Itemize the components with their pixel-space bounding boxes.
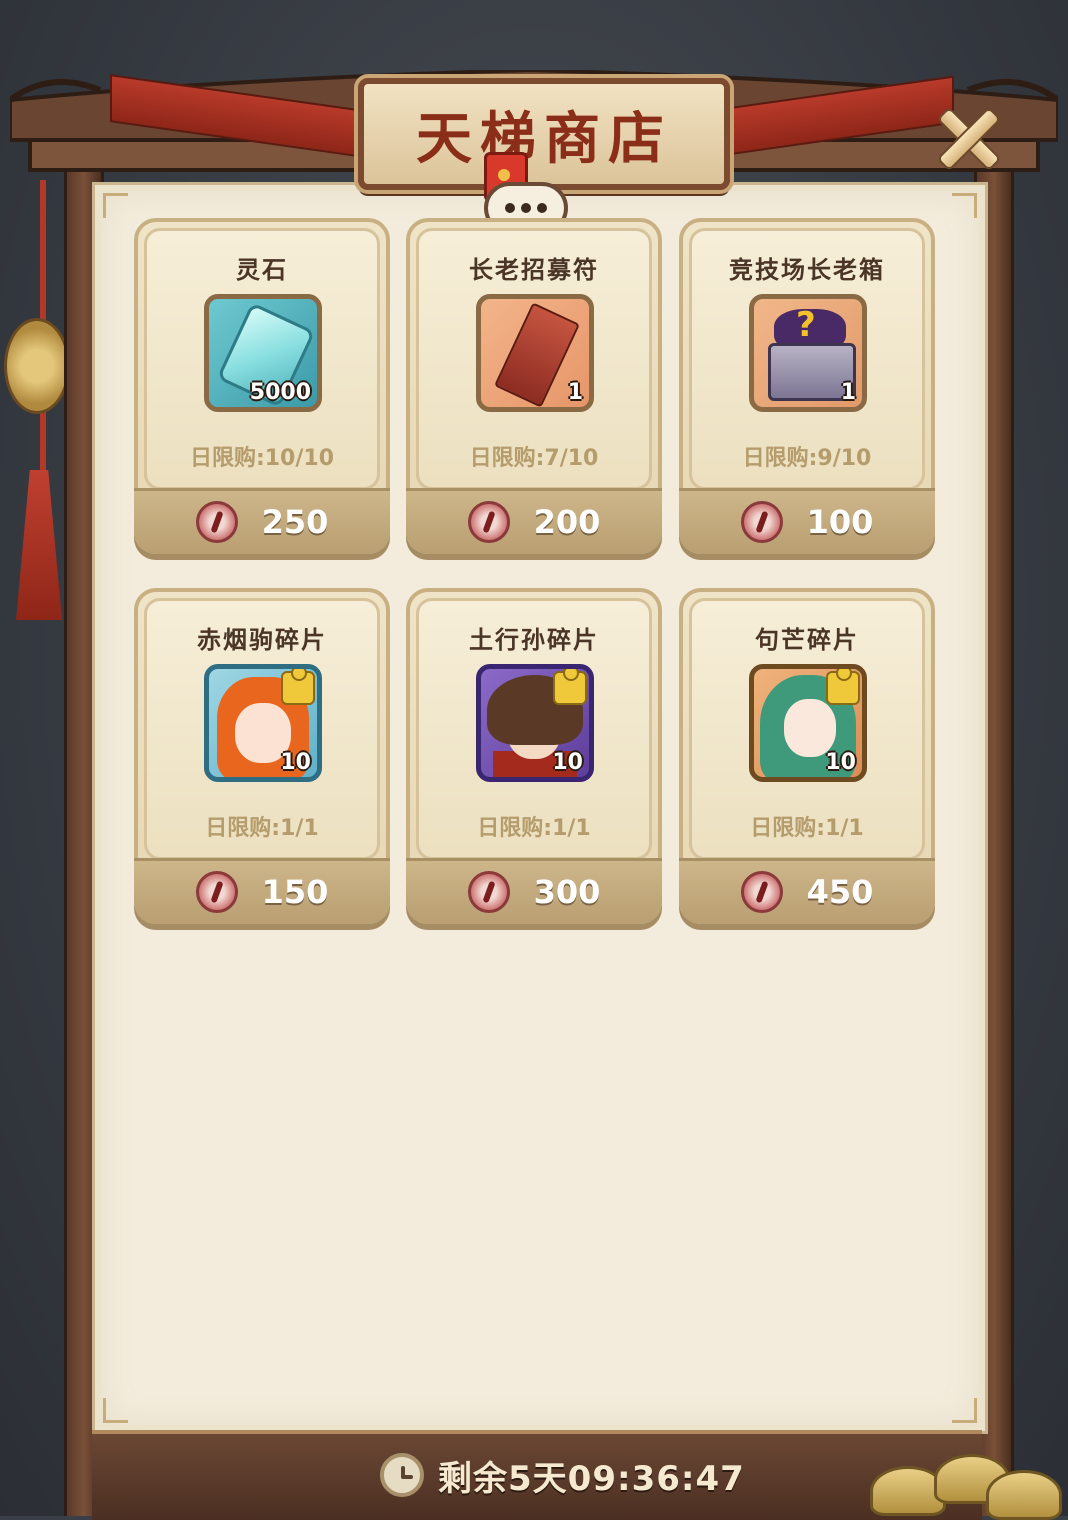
- ingot-shape: [986, 1470, 1062, 1520]
- timer-text: 剩余5天09:36:47: [438, 1458, 745, 1499]
- item-price: 450: [806, 873, 874, 911]
- arena-token-icon: [195, 501, 238, 543]
- daily-limit: 日限购:1/1: [205, 816, 319, 841]
- item-price: 300: [533, 873, 601, 911]
- item-quantity: 5000: [249, 380, 311, 405]
- shop-item-card[interactable]: 长老招募符 1 日限购:7/10 200: [406, 218, 662, 554]
- question-mark-icon: ?: [796, 305, 816, 345]
- price-row: 450: [679, 870, 935, 914]
- hero-portrait-icon: 10: [749, 664, 867, 782]
- item-name: 句芒碎片: [755, 626, 859, 654]
- item-price: 250: [261, 503, 329, 541]
- daily-limit: 日限购:7/10: [469, 446, 599, 471]
- item-name: 赤烟驹碎片: [197, 626, 327, 654]
- puzzle-piece-icon: [281, 669, 315, 705]
- item-price: 100: [806, 503, 874, 541]
- daily-limit: 日限购:1/1: [750, 816, 864, 841]
- chat-dot-icon: [505, 203, 515, 213]
- item-quantity: 10: [825, 750, 856, 775]
- panel-corner: [952, 1398, 977, 1423]
- hero-portrait-icon: 10: [476, 664, 594, 782]
- price-row: 200: [406, 500, 662, 544]
- elder-talisman-icon: 1: [476, 294, 594, 412]
- daily-limit: 日限购:10/10: [189, 446, 335, 471]
- gold-ingot-icon: [870, 1450, 1062, 1520]
- shop-item-card[interactable]: 句芒碎片 10 日限购:1/1 450: [679, 588, 935, 924]
- puzzle-piece-icon: [553, 669, 587, 705]
- chat-dot-icon: [521, 203, 531, 213]
- item-price: 150: [261, 873, 329, 911]
- item-quantity: 10: [552, 750, 583, 775]
- spirit-stone-icon: 5000: [204, 294, 322, 412]
- item-quantity: 10: [280, 750, 311, 775]
- item-name: 长老招募符: [469, 256, 599, 284]
- price-row: 250: [134, 500, 390, 544]
- panel-corner: [103, 1398, 128, 1423]
- puzzle-piece-icon: [826, 669, 860, 705]
- item-price: 200: [533, 503, 601, 541]
- panel-corner: [103, 193, 128, 218]
- arena-token-icon: [740, 871, 783, 913]
- price-row: 100: [679, 500, 935, 544]
- item-name: 竞技场长老箱: [729, 256, 885, 284]
- close-button[interactable]: [926, 96, 1006, 176]
- title-plaque: 天梯商店: [358, 78, 730, 190]
- clock-icon: [380, 1453, 424, 1497]
- portrait-face: [784, 699, 836, 757]
- item-name: 灵石: [236, 256, 288, 284]
- shop-item-card[interactable]: 土行孙碎片 10 日限购:1/1 300: [406, 588, 662, 924]
- shop-item-card[interactable]: 灵石 5000 日限购:10/10 250: [134, 218, 390, 554]
- item-quantity: 1: [567, 380, 583, 405]
- item-name: 土行孙碎片: [469, 626, 599, 654]
- panel-corner: [952, 193, 977, 218]
- arena-token-icon: [467, 501, 510, 543]
- price-row: 300: [406, 870, 662, 914]
- hero-portrait-icon: 10: [204, 664, 322, 782]
- shop-item-card[interactable]: 竞技场长老箱 ? 1 日限购:9/10 100: [679, 218, 935, 554]
- arena-chest-icon: ? 1: [749, 294, 867, 412]
- daily-limit: 日限购:1/1: [477, 816, 591, 841]
- refresh-timer: 剩余5天09:36:47: [380, 1450, 745, 1500]
- arena-token-icon: [195, 871, 238, 913]
- shop-item-card[interactable]: 赤烟驹碎片 10 日限购:1/1 150: [134, 588, 390, 924]
- chat-dot-icon: [537, 203, 547, 213]
- item-quantity: 1: [840, 380, 856, 405]
- arena-token-icon: [467, 871, 510, 913]
- arena-token-icon: [740, 501, 783, 543]
- daily-limit: 日限购:9/10: [742, 446, 872, 471]
- price-row: 150: [134, 870, 390, 914]
- coin-ornament-icon: [4, 318, 70, 414]
- page-title: 天梯商店: [416, 105, 672, 172]
